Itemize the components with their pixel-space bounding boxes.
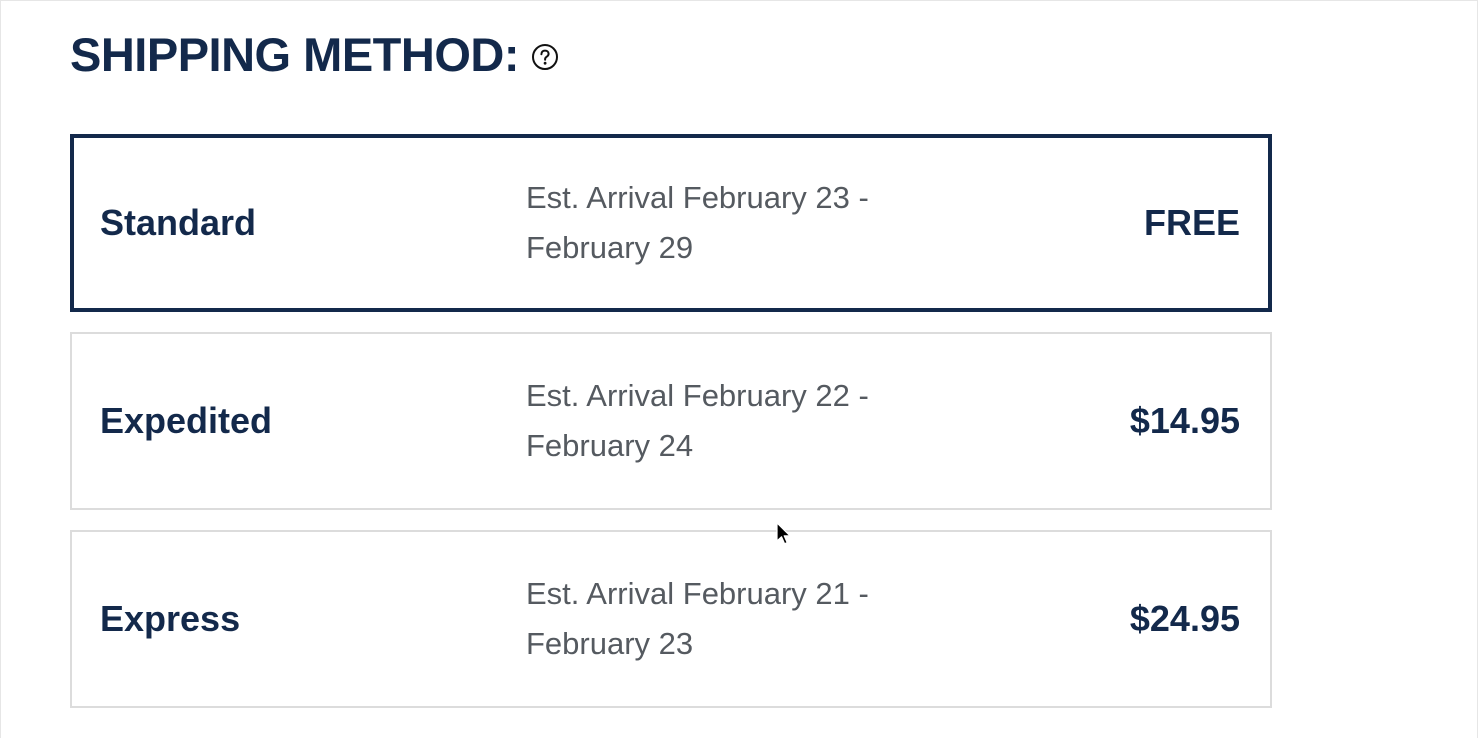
shipping-option-price: $24.95 bbox=[1129, 598, 1240, 639]
shipping-option-name: Express bbox=[100, 598, 241, 639]
mouse-pointer-icon bbox=[776, 522, 791, 545]
shipping-option-price: $14.95 bbox=[1129, 400, 1240, 441]
shipping-option-name: Expedited bbox=[100, 400, 273, 441]
shipping-option-name: Standard bbox=[100, 202, 257, 243]
eta-line-1: Est. Arrival February 23 - bbox=[526, 180, 869, 215]
eta-line-1: Est. Arrival February 22 - bbox=[526, 378, 869, 413]
shipping-option-eta: Est. Arrival February 22 - February 24 bbox=[526, 371, 946, 471]
eta-line-1: Est. Arrival February 21 - bbox=[526, 576, 869, 611]
eta-line-2: February 29 bbox=[526, 230, 694, 265]
shipping-method-header: SHIPPING METHOD: bbox=[70, 26, 559, 84]
shipping-option-express[interactable]: Express Est. Arrival February 21 - Febru… bbox=[70, 530, 1272, 708]
shipping-option-expedited[interactable]: Expedited Est. Arrival February 22 - Feb… bbox=[70, 332, 1272, 510]
shipping-option-eta: Est. Arrival February 23 - February 29 bbox=[526, 173, 946, 273]
question-circle-icon[interactable] bbox=[531, 43, 559, 71]
shipping-options-list: Standard Est. Arrival February 23 - Febr… bbox=[70, 134, 1272, 728]
shipping-method-title: SHIPPING METHOD: bbox=[70, 28, 519, 81]
shipping-option-eta: Est. Arrival February 21 - February 23 bbox=[526, 569, 946, 669]
eta-line-2: February 24 bbox=[526, 428, 694, 463]
shipping-option-price: FREE bbox=[1143, 202, 1240, 243]
shipping-option-standard[interactable]: Standard Est. Arrival February 23 - Febr… bbox=[70, 134, 1272, 312]
eta-line-2: February 23 bbox=[526, 626, 694, 661]
